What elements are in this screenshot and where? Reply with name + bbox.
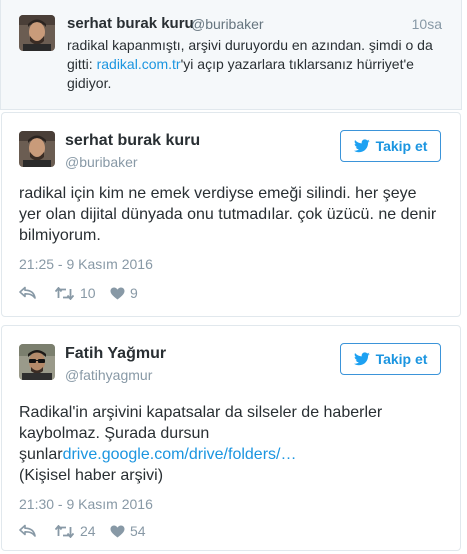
tweet-text: Radikal'in arşivini kapatsalar da silsel… [19,402,439,486]
author-handle[interactable]: @buribaker [191,16,264,32]
follow-button[interactable]: Takip et [340,130,441,162]
author-name[interactable]: Fatih Yağmur [65,345,166,363]
tweet-date[interactable]: 21:30 - 9 Kasım 2016 [19,496,153,512]
like-count: 9 [130,285,138,301]
twitter-bird-icon [353,139,370,153]
author-handle[interactable]: @buribaker [65,154,138,170]
tweet-link[interactable]: drive.google.com/drive/folders/… [63,446,297,463]
author-name[interactable]: serhat burak kuru [67,15,194,32]
timestamp[interactable]: 10sa [412,16,442,32]
retweet-count: 24 [80,523,96,539]
avatar[interactable] [19,131,55,167]
retweet-button[interactable]: 10 [55,285,110,301]
retweet-icon [55,286,74,300]
author-handle[interactable]: @fatihyagmur [65,367,152,383]
heart-icon [110,525,125,537]
like-button[interactable]: 54 [110,523,146,539]
reply-button[interactable] [19,524,55,538]
tweet-text-part: şunlar [19,446,63,463]
tweet-text: radikal için kim ne emek verdiyse emeği … [19,185,437,244]
tweet-actions: 10 9 [19,285,138,301]
avatar[interactable] [19,15,55,51]
embedded-tweet: serhat burak kuru @buribaker Takip et ra… [1,112,461,317]
tweet-actions: 24 54 [19,523,146,539]
like-count: 54 [130,523,146,539]
reply-icon [19,524,36,537]
retweet-button[interactable]: 24 [55,523,110,539]
like-button[interactable]: 9 [110,285,138,301]
tweet-text-part: (Kişisel haber arşivi) [19,467,164,484]
tweet-date[interactable]: 21:25 - 9 Kasım 2016 [19,256,153,272]
retweet-count: 10 [80,285,96,301]
follow-button[interactable]: Takip et [340,343,441,375]
retweet-icon [55,524,74,538]
embedded-tweet: Fatih Yağmur @fatihyagmur Takip et Radik… [1,325,461,551]
heart-icon [110,287,125,299]
tweet-text: radikal kapanmıştı, arşivi duruyordu en … [67,36,437,93]
tweet-text-part: Radikal'in arşivini kapatsalar da silsel… [19,404,383,442]
tweet-link[interactable]: radikal.com.tr [97,56,181,72]
follow-label: Takip et [375,138,428,154]
twitter-bird-icon [353,352,370,366]
reply-icon [19,286,36,299]
follow-label: Takip et [375,351,428,367]
context-tweet[interactable]: serhat burak kuru @buribaker 10sa radika… [0,0,462,110]
reply-button[interactable] [19,286,55,300]
author-name[interactable]: serhat burak kuru [65,132,200,150]
avatar[interactable] [19,344,55,380]
